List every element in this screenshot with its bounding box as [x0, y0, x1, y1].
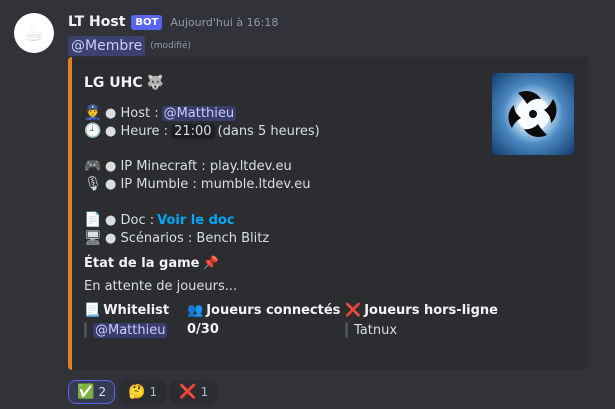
ip-minecraft-text: ● IP Minecraft : play.ltdev.eu: [105, 158, 292, 174]
message-header: LT Host BOT Aujourd'hui à 16:18: [68, 14, 278, 30]
game-state-title: État de la game 📌: [84, 256, 219, 271]
reaction-cross[interactable]: ❌ 1: [170, 380, 218, 404]
connected-count: 0/30: [187, 322, 219, 337]
check-icon: ✅: [77, 384, 95, 400]
police-icon: 👮: [84, 105, 102, 121]
message-content: @Membre (modifié): [68, 36, 191, 56]
time-value[interactable]: 21:00: [171, 123, 215, 139]
bot-avatar[interactable]: ☕: [14, 13, 54, 53]
computer-icon: 🖥: [84, 230, 102, 246]
reaction-count: 1: [149, 385, 158, 399]
gamepad-icon: 🎮: [84, 158, 102, 174]
embed-title-text: LG UHC: [84, 75, 143, 91]
edited-label: (modifié): [150, 41, 191, 51]
embed-title: LG UHC 🐺: [84, 75, 164, 91]
author-name[interactable]: LT Host: [68, 14, 125, 30]
bot-badge: BOT: [131, 14, 163, 30]
embed-thumbnail[interactable]: [492, 73, 574, 155]
role-mention[interactable]: @Membre: [68, 36, 146, 56]
reaction-thinking[interactable]: 🤔 1: [119, 380, 167, 404]
game-state-title-text: État de la game: [84, 256, 200, 271]
game-state-text: En attente de joueurs...: [84, 279, 238, 294]
document-icon: 📄: [84, 212, 102, 228]
thinking-icon: 🤔: [128, 384, 146, 400]
host-label: ● Host :: [105, 105, 159, 121]
users-icon: 👥: [187, 303, 204, 318]
reaction-check[interactable]: ✅ 2: [68, 380, 116, 404]
time-label: ● Heure :: [105, 123, 169, 139]
ip-mumble-line: 🎙 ● IP Mumble : mumble.ltdev.eu: [84, 176, 310, 192]
field-whitelist-name: Whitelist: [103, 303, 170, 318]
time-relative: (dans 5 heures): [217, 123, 320, 139]
list-icon: 📃: [84, 303, 101, 318]
field-whitelist: 📃 Whitelist @Matthieu: [84, 303, 169, 338]
field-connected: 👥 Joueurs connectés 0/30: [187, 303, 340, 337]
ip-mumble-text: ● IP Mumble : mumble.ltdev.eu: [105, 176, 311, 192]
reaction-count: 2: [98, 385, 107, 399]
quote-bar: [84, 322, 87, 338]
scenarios-text: ● Scénarios : Bench Blitz: [105, 230, 270, 246]
ip-minecraft-line: 🎮 ● IP Minecraft : play.ltdev.eu: [84, 158, 292, 174]
offline-player: Tatnux: [354, 322, 398, 338]
wolf-icon: 🐺: [146, 75, 165, 91]
game-embed: LG UHC 🐺 👮 ● Host : @Matthieu 🕘 ● Heure …: [68, 57, 588, 370]
host-line: 👮 ● Host : @Matthieu: [84, 105, 237, 121]
field-offline: ❌ Joueurs hors-ligne Tatnux: [345, 303, 498, 338]
coffee-icon: ☕: [23, 19, 45, 47]
scenarios-line: 🖥 ● Scénarios : Bench Blitz: [84, 230, 269, 246]
field-offline-name: Joueurs hors-ligne: [364, 303, 498, 318]
host-mention[interactable]: @Matthieu: [161, 105, 237, 121]
microphone-icon: 🎙: [84, 176, 102, 192]
cross-icon: ❌: [179, 384, 197, 400]
message-timestamp: Aujourd'hui à 16:18: [170, 15, 279, 29]
reaction-count: 1: [200, 385, 209, 399]
time-line: 🕘 ● Heure : 21:00 (dans 5 heures): [84, 123, 320, 139]
whitelist-mention[interactable]: @Matthieu: [93, 322, 168, 338]
werewolf-hands-icon: [508, 91, 557, 137]
clock-icon: 🕘: [84, 123, 102, 139]
reactions-bar: ✅ 2 🤔 1 ❌ 1: [68, 380, 218, 404]
quote-bar: [345, 322, 348, 338]
doc-line: 📄 ● Doc : Voir le doc: [84, 212, 234, 228]
doc-label: ● Doc :: [105, 212, 155, 228]
doc-link[interactable]: Voir le doc: [157, 213, 234, 228]
cross-icon: ❌: [345, 303, 362, 318]
field-connected-name: Joueurs connectés: [206, 303, 341, 318]
pushpin-icon: 📌: [202, 256, 219, 271]
